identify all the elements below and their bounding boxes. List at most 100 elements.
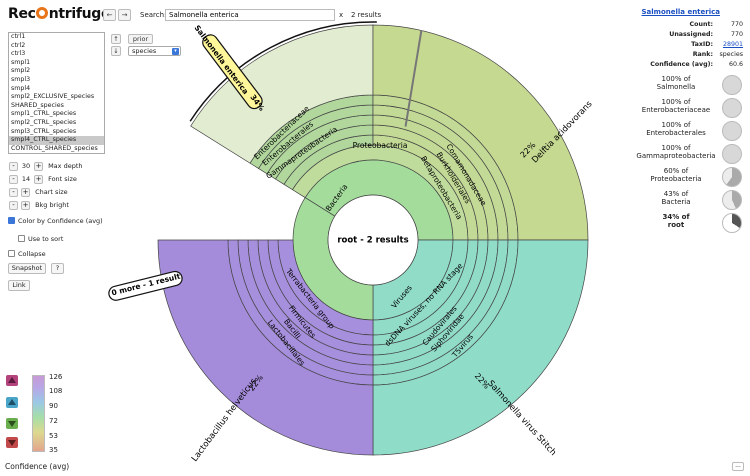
bacteria-segment[interactable] — [292, 197, 374, 321]
max-depth-plus-button[interactable]: + — [34, 161, 43, 171]
viruses-ring-segment[interactable] — [372, 239, 454, 321]
dataset-item[interactable]: ctrl1 — [9, 33, 104, 42]
hierarchy-item[interactable]: 100% of Gammaproteobacteria — [572, 143, 742, 165]
use-to-sort-option[interactable]: Use to sort — [18, 235, 63, 243]
terra-branch-segment[interactable] — [267, 239, 374, 346]
gamma-branch-segment[interactable] — [274, 124, 374, 185]
dataset-item[interactable]: smpl2 — [9, 67, 104, 76]
beta-branch-segment[interactable] — [372, 94, 519, 241]
scale-top-down-button[interactable] — [6, 397, 18, 408]
rank-down-button[interactable]: ↓ — [111, 46, 121, 56]
salmonella-callout-box[interactable] — [200, 32, 265, 111]
hierarchy-item[interactable]: 34% of root — [572, 212, 742, 234]
collapse-checkbox[interactable] — [8, 250, 15, 257]
gamma-branch-segment[interactable] — [283, 134, 374, 191]
lactobacillus-segment[interactable] — [157, 239, 374, 456]
dataset-item[interactable]: SHARED_species — [9, 102, 104, 111]
info-key: Confidence (avg): — [650, 61, 713, 68]
chart-size-minus-button[interactable]: - — [9, 187, 18, 197]
dataset-item[interactable]: smpl1_CTRL_species — [9, 110, 104, 119]
gamma-branch-segment[interactable] — [266, 114, 374, 180]
color-by-checkbox[interactable] — [8, 217, 15, 224]
bkg-bright-plus-button[interactable]: + — [21, 200, 30, 210]
dataset-list[interactable]: ctrl1 ctrl2 ctrl3 smpl1 smpl2 smpl3 smpl4 smpl2… — [8, 32, 105, 154]
gamma-branch-segment[interactable] — [249, 94, 374, 169]
hierarchy-item[interactable]: 60% of Proteobacteria — [572, 166, 742, 188]
link-button[interactable]: Link — [8, 280, 30, 291]
virus-branch-segment[interactable] — [372, 239, 479, 346]
terra-branch-segment[interactable] — [247, 239, 374, 366]
selected-name-link[interactable]: Salmonella enterica — [641, 8, 720, 16]
dataset-item[interactable]: ctrl2 — [9, 42, 104, 51]
sunburst-chart[interactable]: root - 2 results Bacteria Viruses Proteobac… — [0, 0, 750, 476]
help-button[interactable]: ? — [51, 263, 64, 274]
gamma-branch-segment[interactable] — [258, 104, 374, 175]
rank-select[interactable]: species ▾ — [128, 46, 181, 56]
scale-bottom-up-button[interactable] — [6, 418, 18, 429]
rank-up-button[interactable]: ↑ — [111, 34, 121, 44]
collapse-option[interactable]: Collapse — [8, 250, 46, 258]
dataset-item[interactable]: smpl3_CTRL_species — [9, 128, 104, 137]
virus-branch-segment[interactable] — [372, 239, 469, 336]
prior-button[interactable]: prior — [128, 34, 153, 44]
salmonella-enterica-segment[interactable] — [190, 24, 374, 164]
legend-tick: 126 — [49, 373, 63, 381]
beta-branch-segment[interactable] — [372, 124, 489, 241]
delftia-segment[interactable] — [372, 24, 589, 241]
dataset-item[interactable]: smpl4 — [9, 85, 104, 94]
hierarchy-item[interactable]: 100% of Salmonella — [572, 74, 742, 96]
proteobacteria-segment[interactable] — [291, 144, 469, 241]
dataset-item[interactable]: ctrl3 — [9, 50, 104, 59]
chart-size-plus-button[interactable]: + — [21, 187, 30, 197]
virus-branch-segment[interactable] — [372, 239, 489, 356]
bkg-bright-minus-button[interactable]: - — [9, 200, 18, 210]
hierarchy-pie-icon — [722, 121, 742, 141]
dataset-item[interactable]: smpl1 — [9, 59, 104, 68]
lactobacillus-pct-label: 22% — [247, 373, 265, 393]
forward-button[interactable]: → — [118, 9, 131, 21]
dataset-item[interactable]: smpl4_CTRL_species — [9, 136, 104, 145]
root-center[interactable] — [327, 194, 419, 286]
virus-branch-segment[interactable] — [372, 239, 499, 366]
more-results-callout[interactable] — [107, 270, 183, 302]
dataset-item[interactable]: CONTROL_SHARED_species — [9, 145, 104, 153]
tiny-segment[interactable] — [404, 30, 423, 127]
gamma-label: Gammaproteobacteria — [264, 125, 339, 181]
search-input[interactable] — [165, 9, 335, 21]
beta-branch-segment[interactable] — [372, 114, 499, 241]
salmonella-callout[interactable] — [200, 32, 265, 111]
hierarchy-item[interactable]: 100% of Enterobacteriaceae — [572, 97, 742, 119]
use-to-sort-checkbox[interactable] — [18, 235, 25, 242]
dataset-item[interactable]: smpl3 — [9, 76, 104, 85]
dataset-item[interactable]: smpl2_EXCLUSIVE_species — [9, 93, 104, 102]
search-clear-button[interactable]: x — [339, 11, 343, 19]
taxid-link[interactable]: 28901 — [713, 41, 743, 48]
beta-branch-segment[interactable] — [372, 104, 509, 241]
max-depth-control: -30 + Max depth — [9, 161, 83, 171]
dataset-item[interactable]: smpl2_CTRL_species — [9, 119, 104, 128]
beta-branch-segment[interactable] — [372, 134, 479, 241]
hierarchy-item[interactable]: 43% of Bacteria — [572, 189, 742, 211]
snapshot-button[interactable]: Snapshot — [8, 263, 46, 274]
font-size-plus-button[interactable]: + — [34, 174, 43, 184]
info-value: 770 — [730, 31, 743, 38]
more-options-button[interactable]: ... — [732, 462, 744, 471]
scale-bottom-down-button[interactable] — [6, 437, 18, 448]
bacteria-segment[interactable] — [304, 159, 454, 241]
info-row: Confidence (avg): 60.6 — [633, 61, 743, 68]
scale-top-up-button[interactable] — [6, 375, 18, 386]
hierarchy-name: Enterobacterales — [646, 129, 706, 137]
color-by-option[interactable]: Color by Confidence (avg) — [8, 217, 103, 225]
back-button[interactable]: ← — [103, 9, 116, 21]
font-size-minus-button[interactable]: - — [9, 174, 18, 184]
hierarchy-item[interactable]: 100% of Enterobacterales — [572, 120, 742, 142]
terra-branch-segment[interactable] — [237, 239, 374, 376]
max-depth-minus-button[interactable]: - — [9, 161, 18, 171]
virus-branch-segment[interactable] — [372, 239, 519, 386]
hierarchy-pie-icon — [722, 144, 742, 164]
phage-segment[interactable] — [372, 239, 589, 456]
virus-branch-segment[interactable] — [372, 239, 509, 376]
terra-branch-segment[interactable] — [227, 239, 374, 386]
terra-branch-segment[interactable] — [257, 239, 374, 356]
terra-branch-segment[interactable] — [277, 239, 374, 336]
